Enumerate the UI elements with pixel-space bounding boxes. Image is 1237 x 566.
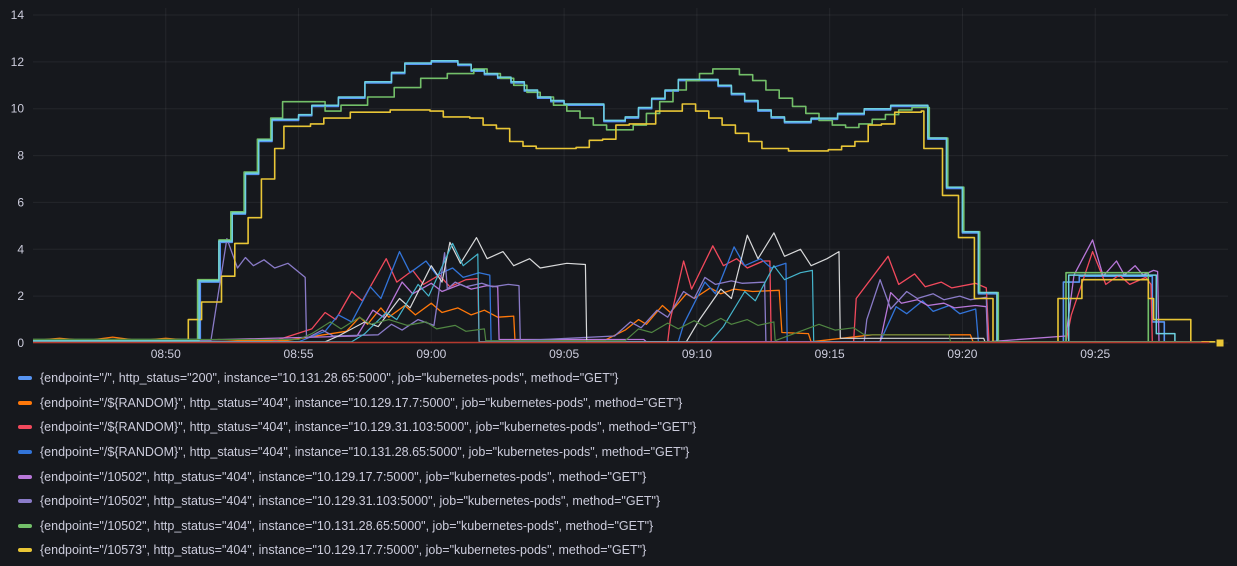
legend: {endpoint="/", http_status="200", instan… bbox=[0, 366, 1237, 563]
legend-color-swatch bbox=[18, 548, 32, 553]
legend-color-swatch bbox=[18, 376, 32, 381]
y-axis-tick-label: 10 bbox=[11, 102, 25, 116]
series-endpoint-10502-404-10.129.31.103 bbox=[33, 238, 1202, 343]
series-unlabeled-teal-spikes bbox=[33, 242, 1202, 343]
legend-color-swatch bbox=[18, 400, 32, 405]
y-axis-tick-label: 6 bbox=[17, 195, 24, 209]
series-unlabeled-green-low bbox=[33, 316, 1202, 343]
series-endpoint-random-404-10.129.31.103 bbox=[33, 245, 1202, 343]
series-unlabeled-cyan-high bbox=[33, 59, 1183, 343]
legend-item-1[interactable]: {endpoint="/${RANDOM}", http_status="404… bbox=[0, 391, 1237, 416]
legend-color-swatch bbox=[18, 425, 32, 430]
legend-item-2[interactable]: {endpoint="/${RANDOM}", http_status="404… bbox=[0, 415, 1237, 440]
chart-plot-area[interactable]: 0 2 4 6 8 10 12 14 08:50 08:55 09:00 09:05 09:10 09:1… bbox=[0, 0, 1237, 362]
x-axis-tick-label: 09:20 bbox=[947, 347, 977, 361]
series-endpoint-10502-404-10.129.17.7 bbox=[33, 239, 1202, 343]
x-axis-tick-label: 08:55 bbox=[284, 347, 314, 361]
series-endpoint-root-200-10.131.28.65 bbox=[33, 61, 1183, 343]
legend-item-7[interactable]: {endpoint="/10573", http_status="404", i… bbox=[0, 538, 1237, 563]
legend-item-label: {endpoint="/10573", http_status="404", i… bbox=[40, 543, 647, 558]
series-endpoint-random-404-10.131.28.65 bbox=[33, 246, 1202, 343]
legend-color-swatch bbox=[18, 474, 32, 479]
legend-color-swatch bbox=[18, 499, 32, 504]
grafana-timeseries-panel: 0 2 4 6 8 10 12 14 08:50 08:55 09:00 09:05 09:10 09:1… bbox=[0, 0, 1237, 566]
x-axis-tick-label: 09:05 bbox=[549, 347, 579, 361]
legend-item-3[interactable]: {endpoint="/${RANDOM}", http_status="404… bbox=[0, 440, 1237, 465]
y-axis-tick-label: 0 bbox=[17, 336, 24, 350]
legend-item-0[interactable]: {endpoint="/", http_status="200", instan… bbox=[0, 366, 1237, 391]
series-endpoint-10573-404-10.129.17.7 bbox=[33, 103, 1216, 343]
legend-item-label: {endpoint="/${RANDOM}", http_status="404… bbox=[40, 395, 683, 410]
y-axis-tick-label: 12 bbox=[11, 55, 25, 69]
legend-item-label: {endpoint="/${RANDOM}", http_status="404… bbox=[40, 420, 697, 435]
legend-item-5[interactable]: {endpoint="/10502", http_status="404", i… bbox=[0, 489, 1237, 514]
series-endpoint-10502-404-10.131.28.65 bbox=[33, 68, 1183, 343]
x-axis-tick-label: 09:15 bbox=[815, 347, 845, 361]
x-axis-tick-label: 09:00 bbox=[416, 347, 446, 361]
legend-item-6[interactable]: {endpoint="/10502", http_status="404", i… bbox=[0, 514, 1237, 539]
legend-item-4[interactable]: {endpoint="/10502", http_status="404", i… bbox=[0, 464, 1237, 489]
y-axis-tick-label: 8 bbox=[17, 149, 24, 163]
legend-item-label: {endpoint="/10502", http_status="404", i… bbox=[40, 469, 647, 484]
legend-item-label: {endpoint="/10502", http_status="404", i… bbox=[40, 494, 661, 509]
y-axis-tick-label: 14 bbox=[11, 8, 25, 22]
legend-color-swatch bbox=[18, 523, 32, 528]
chart-svg[interactable]: 0 2 4 6 8 10 12 14 08:50 08:55 09:00 09:05 09:10 09:1… bbox=[0, 0, 1237, 362]
y-axis-tick-label: 4 bbox=[17, 242, 24, 256]
legend-item-label: {endpoint="/${RANDOM}", http_status="404… bbox=[40, 445, 690, 460]
y-axis-tick-label: 2 bbox=[17, 289, 24, 303]
legend-item-label: {endpoint="/10502", http_status="404", i… bbox=[40, 518, 654, 533]
x-axis-tick-label: 08:50 bbox=[151, 347, 181, 361]
legend-item-label: {endpoint="/", http_status="200", instan… bbox=[40, 371, 619, 386]
x-axis-tick-label: 09:10 bbox=[682, 347, 712, 361]
x-axis-tick-label: 09:25 bbox=[1080, 347, 1110, 361]
series-end-marker bbox=[1216, 339, 1224, 347]
legend-color-swatch bbox=[18, 450, 32, 455]
